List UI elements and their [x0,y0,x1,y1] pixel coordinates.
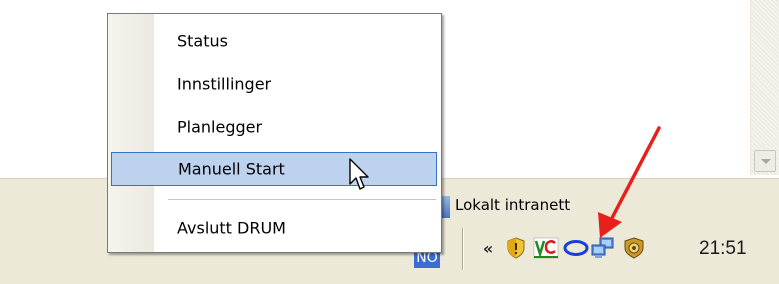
menu-item-avslutt-drum[interactable]: Avslutt DRUM [111,211,437,245]
security-zone-label: Lokalt intranett [455,196,571,214]
menu-item-label: Planlegger [177,117,263,137]
menu-item-status[interactable]: Status [111,24,437,58]
menu-item-manuell-start[interactable]: Manuell Start [111,152,437,186]
tray-context-menu: Status Innstillinger Planlegger Manuell … [107,13,442,253]
vc-app-icon[interactable] [533,237,559,259]
menu-item-planlegger[interactable]: Planlegger [111,110,437,144]
menu-item-label: Manuell Start [178,159,285,179]
clock[interactable]: 21:51 [699,238,747,260]
antivirus-shield-icon[interactable] [623,237,645,259]
menu-item-label: Status [177,31,228,51]
mouse-cursor-icon [348,158,370,196]
window-scrollbar[interactable] [750,0,779,175]
security-shield-icon[interactable] [505,237,527,259]
system-tray: « 21:51 [462,228,779,270]
double-chevron-left-icon: « [482,238,494,258]
menu-item-label: Avslutt DRUM [177,218,286,238]
drum-ring-icon[interactable] [563,237,589,259]
scroll-down-arrow[interactable] [754,150,776,172]
network-computers-icon[interactable] [591,237,615,259]
menu-item-label: Innstillinger [177,74,272,94]
menu-separator [168,199,436,200]
menu-item-innstillinger[interactable]: Innstillinger [111,67,437,101]
tray-expand-button[interactable]: « [477,237,499,259]
